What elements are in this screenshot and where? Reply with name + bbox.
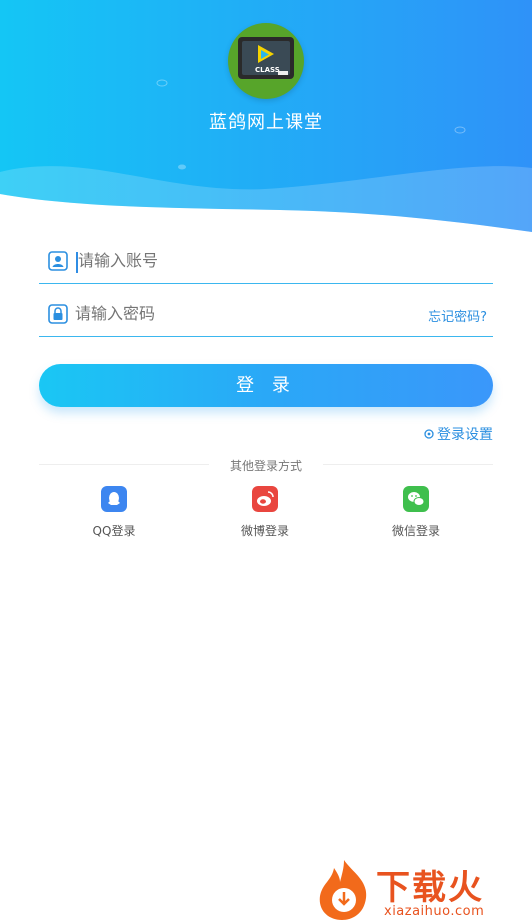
wechat-login-label: 微信登录 [391,524,440,538]
watermark-url: xiazaihuo.com [384,904,485,919]
wechat-login-button[interactable]: 微信登录 [366,486,466,539]
login-settings-label: 登录设置 [437,427,493,443]
other-login-title: 其他登录方式 [229,459,302,473]
user-icon [48,251,68,271]
qq-login-label: QQ登录 [92,524,136,538]
gear-icon [424,429,434,439]
header-banner: CLASS 蓝鸽网上课堂 [0,0,532,250]
logo-text: CLASS [255,66,280,74]
weibo-login-label: 微博登录 [240,524,289,538]
weibo-icon [252,486,278,512]
lock-icon [48,304,68,324]
site-watermark: 下载火 xiazaihuo.com [314,856,532,924]
account-field[interactable] [39,241,493,284]
login-settings-link[interactable]: 登录设置 [423,424,493,444]
login-button[interactable]: 登 录 [39,364,493,407]
qq-icon [101,486,127,512]
forgot-password-link[interactable]: 忘记密码? [428,306,487,325]
account-input[interactable] [78,249,378,275]
password-field[interactable]: 忘记密码? [39,294,493,337]
watermark-text: 下载火 [376,868,484,908]
password-input[interactable] [75,302,375,328]
app-title: 蓝鸽网上课堂 [209,112,323,133]
app-logo: CLASS [228,23,304,99]
weibo-login-button[interactable]: 微博登录 [215,486,315,539]
wechat-icon [403,486,429,512]
flame-logo-icon [319,860,367,920]
divider-line-right [323,464,493,465]
qq-login-button[interactable]: QQ登录 [64,486,164,539]
other-login-divider: 其他登录方式 [39,456,493,474]
